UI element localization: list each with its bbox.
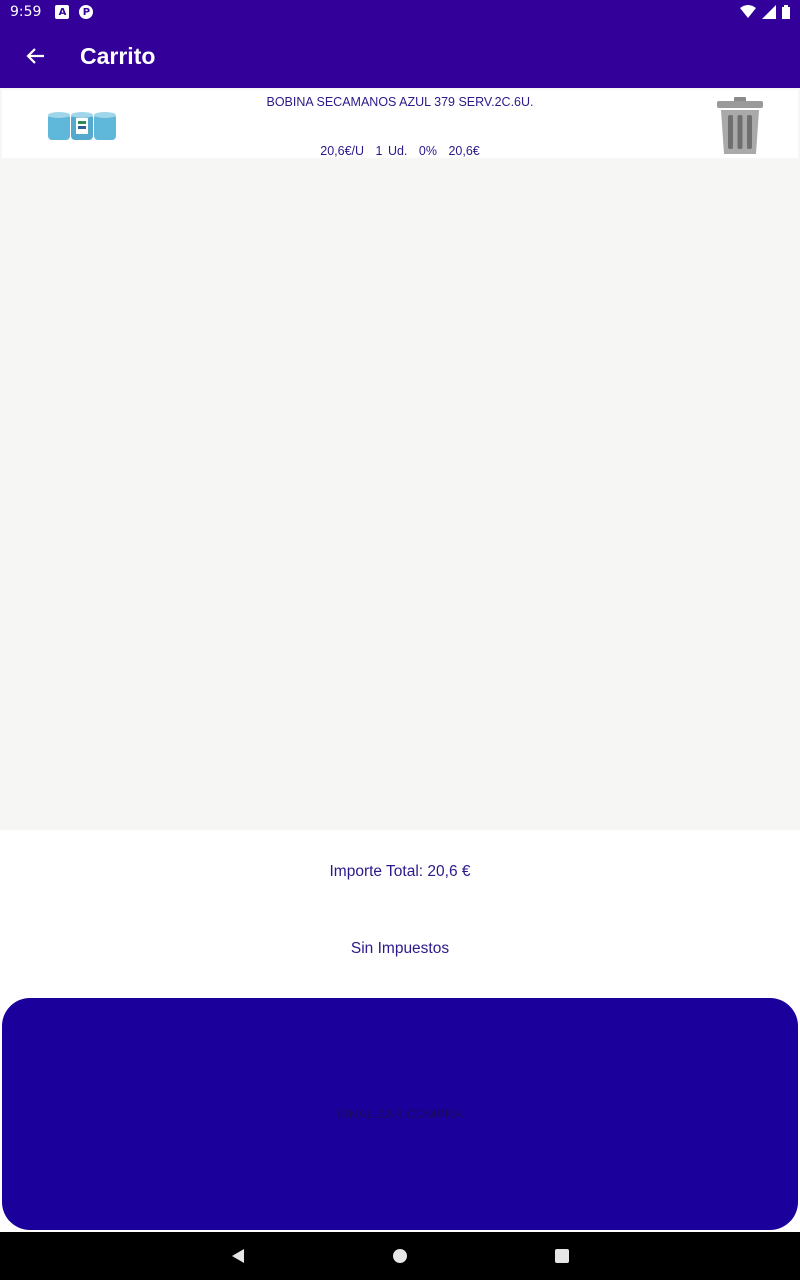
- a-notification-icon: A: [55, 5, 70, 19]
- home-circle-icon: [393, 1249, 407, 1263]
- nav-back-button[interactable]: [157, 1232, 319, 1280]
- status-time: 9:59: [10, 4, 42, 20]
- cart-summary: Importe Total: 20,6 € Sin Impuestos: [0, 830, 800, 998]
- item-subtotal: 20,6€: [448, 144, 480, 158]
- status-bar: 9:59 A P: [0, 0, 800, 24]
- tax-note: Sin Impuestos: [350, 940, 450, 957]
- item-quantity: 1 Ud.: [375, 144, 408, 158]
- checkout-area: FINALIZAR COMPRA: [0, 998, 800, 1232]
- page-title: Carrito: [80, 42, 156, 69]
- trash-icon[interactable]: [714, 96, 766, 156]
- system-nav-bar: [0, 1232, 800, 1280]
- back-triangle-icon: [232, 1249, 244, 1263]
- back-button[interactable]: [0, 24, 72, 88]
- battery-icon: [782, 5, 790, 19]
- cart-list[interactable]: BOBINA SECAMANOS AZUL 379 SERV.2C.6U. 20…: [0, 88, 800, 830]
- total-amount: Importe Total: 20,6 €: [329, 863, 471, 880]
- signal-icon: [762, 5, 776, 19]
- finish-purchase-button[interactable]: FINALIZAR COMPRA: [2, 998, 798, 1230]
- paper-towel-rolls-icon: [48, 112, 116, 140]
- wifi-icon: [740, 5, 756, 18]
- recents-square-icon: [555, 1249, 569, 1263]
- nav-home-button[interactable]: [319, 1232, 481, 1280]
- item-unit-price: 20,6€/U: [320, 144, 365, 158]
- status-right: [740, 5, 790, 19]
- nav-recents-button[interactable]: [481, 1232, 643, 1280]
- arrow-left-icon: [26, 48, 44, 64]
- app-bar: Carrito: [0, 24, 800, 88]
- item-name: BOBINA SECAMANOS AZUL 379 SERV.2C.6U.: [266, 95, 534, 109]
- item-discount: 0%: [418, 144, 437, 158]
- cart-item[interactable]: BOBINA SECAMANOS AZUL 379 SERV.2C.6U. 20…: [2, 90, 798, 158]
- item-details: 20,6€/U 1 Ud. 0% 20,6€: [122, 144, 678, 158]
- finish-purchase-label: FINALIZAR COMPRA: [337, 1107, 463, 1121]
- p-notification-icon: P: [79, 5, 94, 19]
